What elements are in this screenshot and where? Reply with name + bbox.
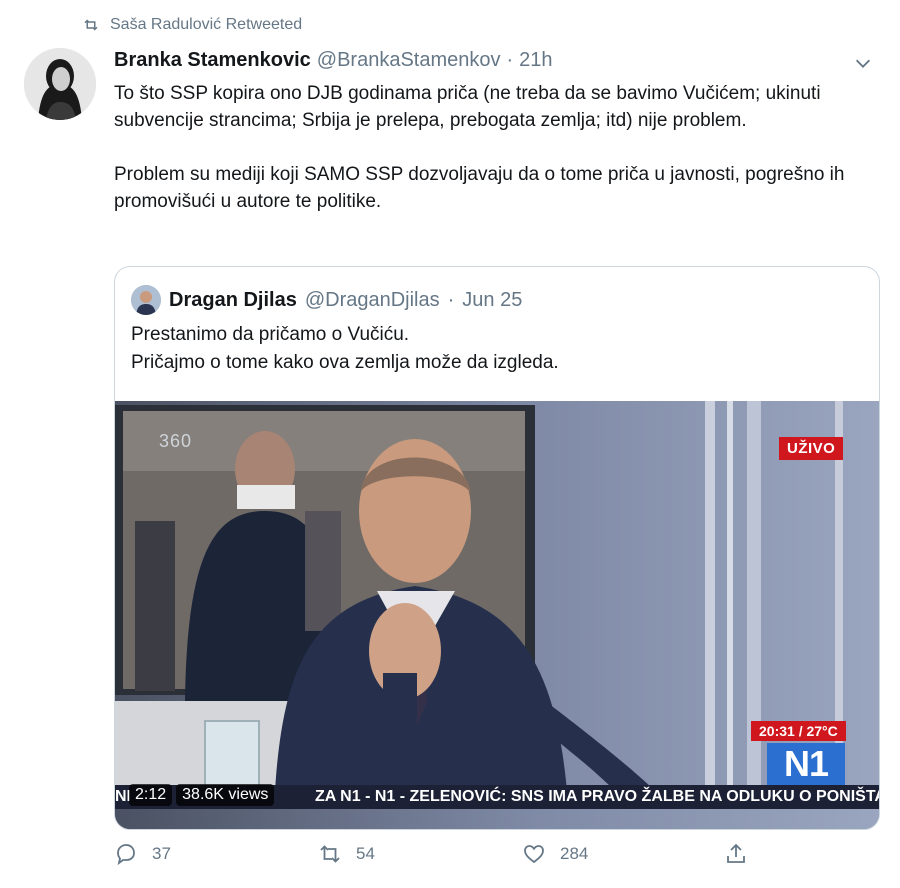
quoted-tweet-header: Dragan Djilas @DraganDjilas · Jun 25 (131, 285, 522, 315)
studio-sign: 360 (159, 431, 193, 451)
retweet-count: 54 (356, 844, 375, 863)
video-stats: 2:12 38.6K views (129, 784, 275, 806)
quoted-tweet-time[interactable]: Jun 25 (462, 289, 522, 312)
quoted-author-name[interactable]: Dragan Djilas (169, 289, 297, 312)
separator-dot: · (506, 49, 514, 71)
like-count: 284 (560, 844, 589, 863)
chevron-down-icon[interactable] (852, 52, 874, 74)
video-views: 38.6K views (176, 784, 275, 806)
quoted-text-line: Pričajmo o tome kako ova zemlja može da … (131, 352, 559, 373)
retweet-icon (320, 845, 340, 863)
quoted-author-handle[interactable]: @DraganDjilas (305, 289, 440, 312)
channel-logo: N1 (767, 743, 845, 785)
share-button[interactable] (724, 842, 748, 866)
broadcast-clock: 20:31 / 27°C (751, 721, 846, 741)
retweet-button[interactable]: 54 (318, 842, 375, 866)
video-frame (115, 401, 879, 829)
author-name[interactable]: Branka Stamenkovic (114, 49, 311, 72)
retweeted-by[interactable]: Saša Radulović Retweeted (82, 16, 302, 34)
reply-icon (117, 844, 135, 866)
ticker-text: ZA N1 - N1 - ZELENOVIĆ: SNS IMA PRAVO ŽA… (315, 788, 879, 805)
tweet-text: To što SSP kopira ono DJB godinama priča… (114, 83, 845, 212)
reply-button[interactable]: 37 (114, 842, 171, 866)
reply-count: 37 (152, 844, 171, 863)
author-handle[interactable]: @BrankaStamenkov (317, 49, 501, 72)
quoted-text-line: Prestanimo da pričamo o Vučiću. (131, 324, 410, 345)
author-avatar[interactable] (24, 48, 96, 120)
video-player[interactable]: UŽIVO 20:31 / 27°C N1 360 NI ZA N1 - N1 … (115, 401, 879, 829)
like-button[interactable]: 284 (522, 842, 588, 866)
quoted-tweet[interactable]: Dragan Djilas @DraganDjilas · Jun 25 Pre… (114, 266, 880, 830)
retweet-icon (84, 19, 98, 31)
heart-icon (524, 845, 544, 864)
retweeted-by-label: Saša Radulović Retweeted (110, 16, 303, 33)
quoted-tweet-text: Prestanimo da pričamo o Vučiću. Pričajmo… (131, 321, 559, 377)
tweet-actions: 37 54 284 (114, 842, 854, 874)
tweet-time[interactable]: 21h (519, 49, 552, 72)
share-icon (727, 843, 745, 863)
separator-dot: · (447, 288, 455, 311)
quoted-author-avatar (131, 285, 161, 315)
live-badge: UŽIVO (779, 437, 844, 460)
video-duration: 2:12 (129, 784, 173, 806)
tweet-header: Branka Stamenkovic @BrankaStamenkov · 21… (114, 49, 553, 72)
